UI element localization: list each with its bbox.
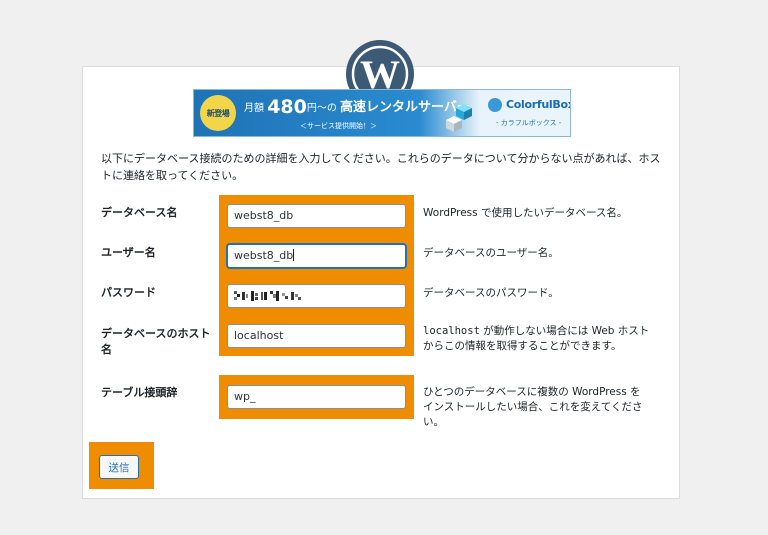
host-description: localhost が動作しない場合には Web ホストからこの情報を取得するこ… — [423, 325, 650, 352]
prefix-input[interactable]: wp_ — [227, 385, 406, 409]
dbname-input[interactable]: webst8_db — [227, 204, 406, 228]
password-description: データベースのパスワード。 — [423, 287, 559, 299]
text-cursor — [293, 249, 295, 261]
host-input[interactable]: localhost — [227, 324, 406, 348]
username-description: データベースのユーザー名。 — [423, 247, 559, 259]
colorfulbox-logo-icon — [488, 98, 502, 112]
brand-subtitle: - カラフルボックス - — [496, 119, 562, 127]
submit-button[interactable]: 送信 — [99, 455, 139, 479]
ad-headline: 月額 480円～の 高速レンタルサーバー — [244, 96, 470, 118]
username-label: ユーザー名 — [101, 246, 156, 259]
username-input[interactable]: webst8_db — [227, 244, 406, 268]
cubes-icon — [446, 104, 472, 132]
host-label: データベースのホスト名 — [101, 327, 211, 356]
password-label: パスワード — [101, 286, 156, 299]
ad-banner[interactable]: 新登場 月額 480円～の 高速レンタルサーバー ＜サービス提供開始！＞ Col… — [193, 89, 571, 137]
new-badge: 新登場 — [200, 95, 236, 131]
password-input[interactable] — [227, 284, 406, 308]
intro-text: 以下にデータベース接続のための詳細を入力してください。これらのデータについて分か… — [101, 152, 661, 182]
prefix-description: ひとつのデータベースに複数の WordPress をインストールしたい場合、これ… — [423, 386, 643, 428]
dbname-label: データベース名 — [101, 206, 178, 219]
obscured-password-icon — [234, 291, 301, 301]
ad-subtext: ＜サービス提供開始！＞ — [300, 122, 377, 130]
brand-name: ColorfulBox — [506, 98, 571, 111]
dbname-description: WordPress で使用したいデータベース名。 — [423, 207, 628, 219]
prefix-label: テーブル接頭辞 — [101, 386, 178, 399]
